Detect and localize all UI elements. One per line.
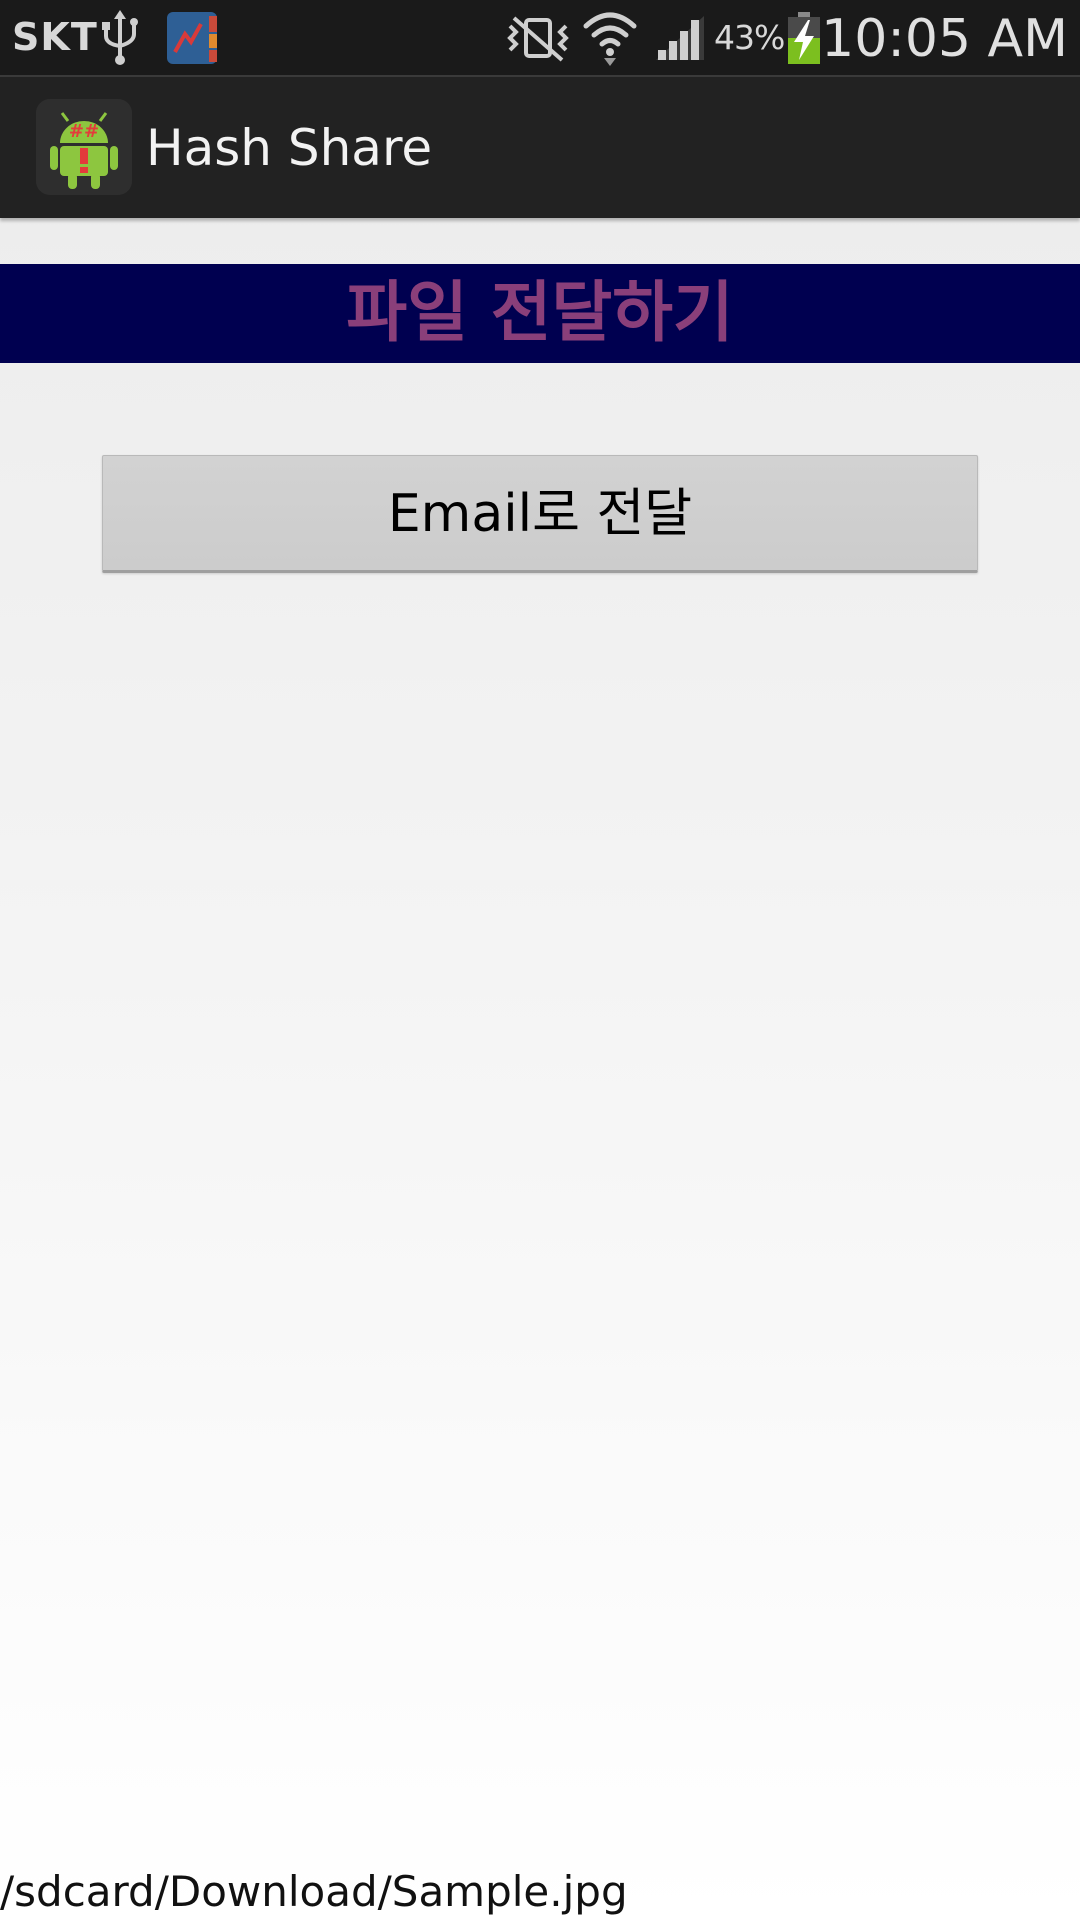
battery-percent: 43% bbox=[714, 18, 785, 57]
app-notification-icon bbox=[167, 12, 217, 64]
app-title: Hash Share bbox=[146, 119, 433, 177]
page-title: 파일 전달하기 bbox=[346, 274, 734, 351]
email-share-button[interactable]: Email로 전달 bbox=[102, 455, 978, 573]
usb-icon bbox=[102, 10, 138, 65]
signal-icon bbox=[656, 16, 704, 60]
vibrate-mute-icon bbox=[507, 16, 569, 62]
wifi-icon bbox=[583, 12, 637, 66]
android-hash-app-icon[interactable]: ## bbox=[36, 99, 132, 195]
svg-text:##: ## bbox=[69, 121, 99, 142]
clock: 10:05 AM bbox=[821, 9, 1068, 69]
header-banner: 파일 전달하기 bbox=[0, 264, 1080, 363]
file-path-label: /sdcard/Download/Sample.jpg bbox=[0, 1867, 628, 1916]
status-bar: SKT 43% 10:05 AM bbox=[0, 0, 1080, 75]
email-share-button-label: Email로 전달 bbox=[387, 484, 693, 544]
action-bar: ## Hash Share bbox=[0, 75, 1080, 218]
carrier-label: SKT bbox=[12, 15, 98, 59]
battery-charging-icon bbox=[788, 12, 820, 64]
